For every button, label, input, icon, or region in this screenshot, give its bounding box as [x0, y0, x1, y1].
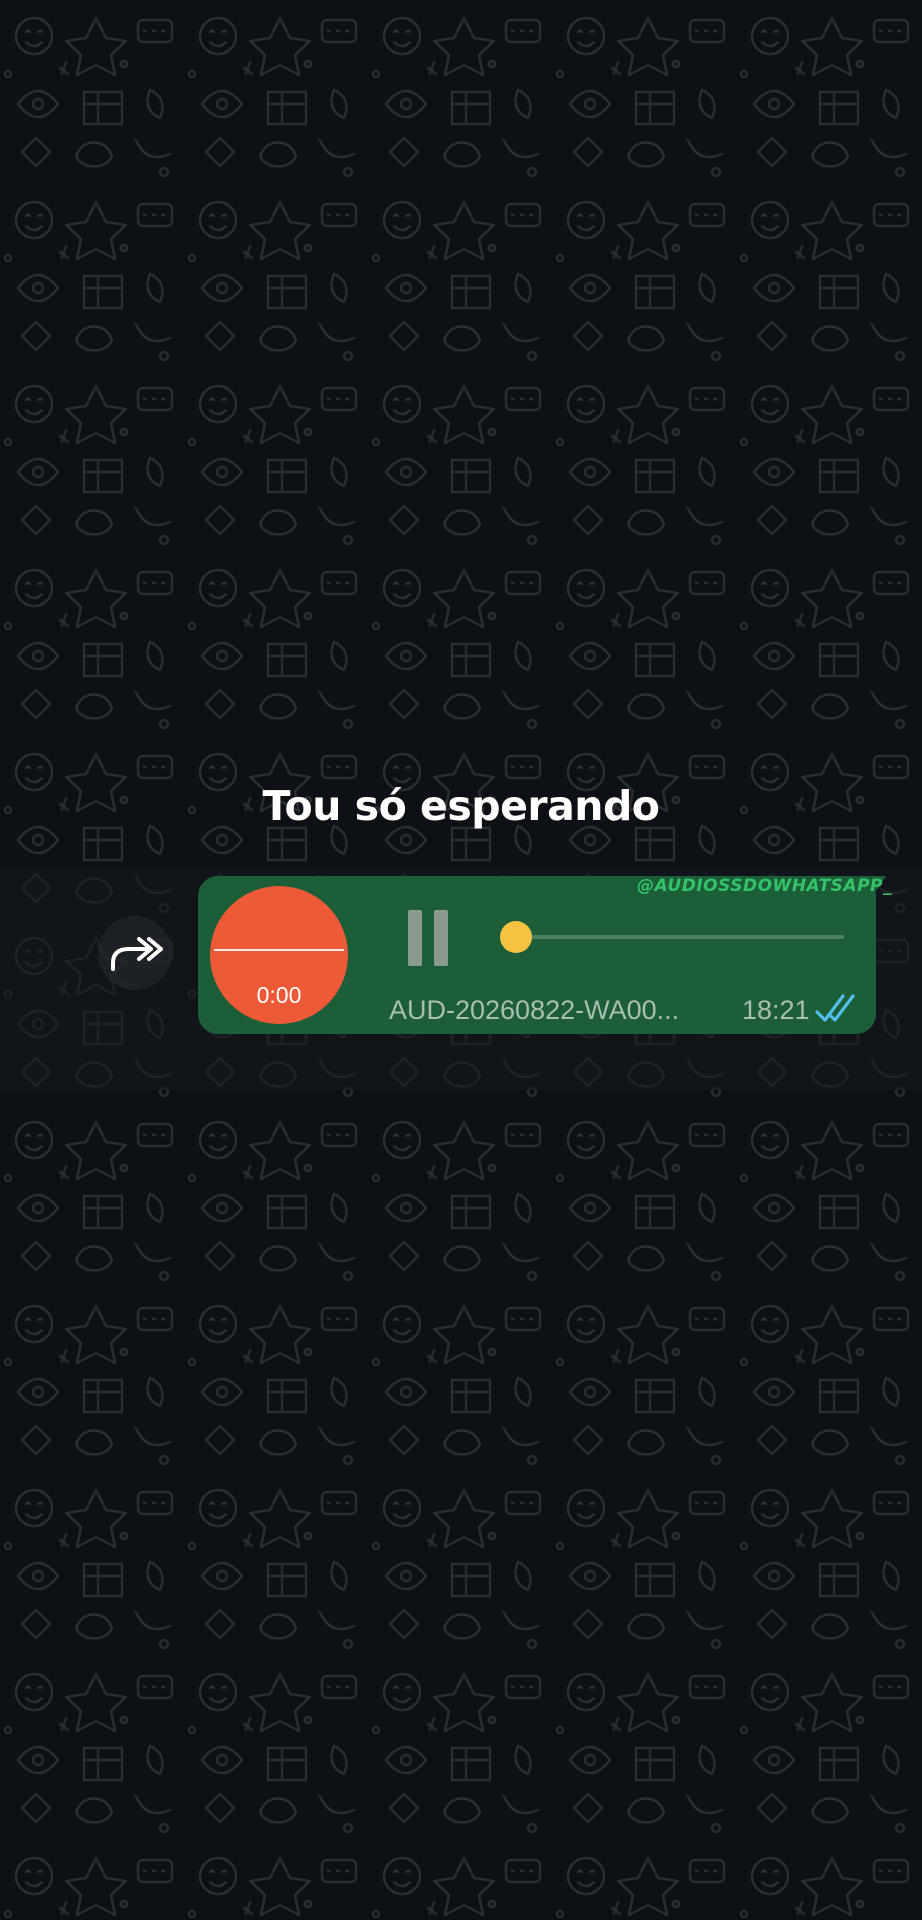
audio-progress-track[interactable] — [506, 935, 844, 939]
pause-button[interactable] — [404, 910, 456, 966]
audio-progress-thumb[interactable] — [500, 921, 533, 953]
avatar-divider — [214, 949, 344, 951]
forward-button[interactable] — [98, 916, 172, 990]
audio-filename: AUD-20260822-WA00... — [389, 995, 680, 1025]
watermark-text: @AUDIOSSDOWHATSAPP_ — [637, 876, 892, 896]
video-caption: Tou só esperando — [262, 782, 660, 830]
pause-icon — [408, 910, 422, 966]
double-check-read-icon — [815, 994, 855, 1022]
pause-icon-bar — [434, 910, 448, 966]
audio-duration: 0:00 — [256, 982, 302, 1008]
forward-icon — [111, 937, 163, 971]
message-time: 18:21 — [742, 995, 810, 1025]
